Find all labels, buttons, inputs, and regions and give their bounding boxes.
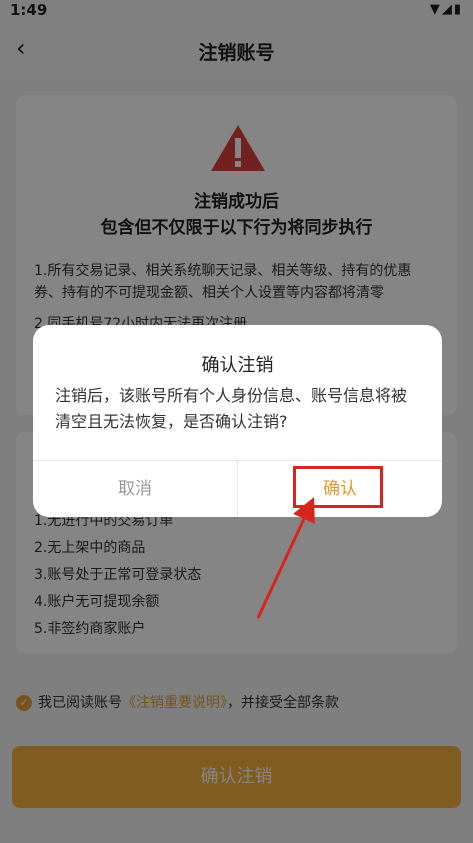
dialog-cancel-button[interactable]: 取消 [33, 461, 237, 517]
highlight-box [293, 466, 383, 508]
dialog-title: 确认注销 [201, 355, 274, 376]
dialog-message: 注销后，该账号所有个人身份信息、账号信息将被清空且无法恢复，是否确认注销? [55, 386, 408, 431]
